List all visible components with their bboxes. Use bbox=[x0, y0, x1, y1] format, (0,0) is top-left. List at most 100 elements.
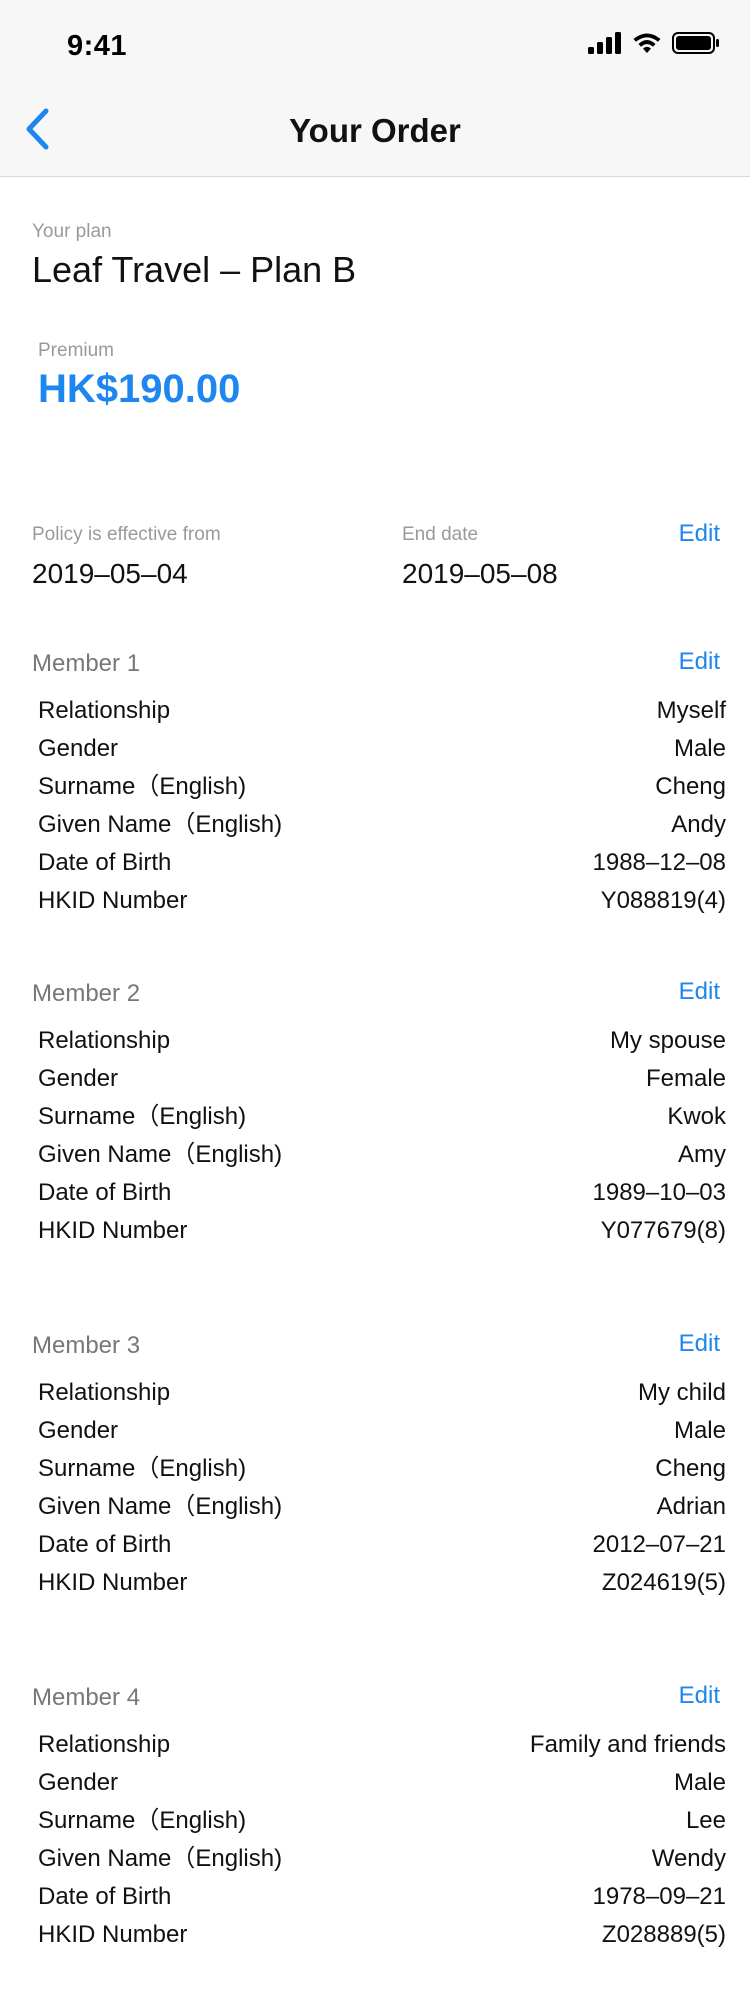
plan-name: Leaf Travel – Plan B bbox=[32, 249, 357, 290]
edit-member-2-button[interactable]: Edit bbox=[679, 978, 720, 1006]
detail-value: 2012–07–21 bbox=[592, 1531, 726, 1558]
policy-end-label: End date bbox=[402, 524, 479, 545]
detail-row-hkid: HKID Number Z024619(5) bbox=[38, 1564, 726, 1602]
battery-icon bbox=[672, 32, 720, 59]
detail-value: Y077679(8) bbox=[600, 1217, 726, 1244]
detail-label: HKID Number bbox=[38, 1921, 188, 1948]
detail-value: Cheng bbox=[655, 1455, 726, 1482]
detail-label: Date of Birth bbox=[38, 1531, 172, 1558]
status-icons bbox=[588, 32, 720, 59]
premium-label: Premium bbox=[38, 340, 115, 361]
detail-label: Given Name（English) bbox=[38, 1141, 283, 1168]
detail-value: 1989–10–03 bbox=[592, 1179, 726, 1206]
detail-label: Relationship bbox=[38, 1027, 171, 1054]
detail-value: Male bbox=[673, 735, 726, 762]
edit-policy-dates-button[interactable]: Edit bbox=[679, 520, 720, 548]
detail-row-date-of-birth: Date of Birth 1988–12–08 bbox=[38, 844, 726, 882]
premium-value: HK$190.00 bbox=[38, 367, 241, 411]
nav-bar: Your Order bbox=[0, 88, 750, 177]
status-time: 9:41 bbox=[67, 30, 128, 62]
detail-row-relationship: Relationship My child bbox=[38, 1374, 726, 1412]
detail-label: HKID Number bbox=[38, 1217, 188, 1244]
member-title: Member 3 bbox=[32, 1332, 141, 1359]
detail-value: Female bbox=[645, 1065, 726, 1092]
detail-label: Relationship bbox=[38, 1379, 171, 1406]
detail-row-relationship: Relationship Family and friends bbox=[38, 1726, 726, 1764]
detail-value: Male bbox=[673, 1417, 726, 1444]
detail-label: Surname（English) bbox=[38, 1807, 247, 1834]
detail-row-hkid: HKID Number Z028889(5) bbox=[38, 1916, 726, 1954]
detail-label: Given Name（English) bbox=[38, 1845, 283, 1872]
detail-value: Wendy bbox=[651, 1845, 726, 1872]
status-bar: 9:41 bbox=[0, 0, 750, 88]
detail-label: Date of Birth bbox=[38, 1883, 172, 1910]
detail-label: Given Name（English) bbox=[38, 1493, 283, 1520]
policy-end-value: 2019–05–08 bbox=[402, 558, 558, 589]
member-details: Relationship Family and friends Gender Mal… bbox=[38, 1726, 726, 1954]
detail-value: My spouse bbox=[609, 1027, 726, 1054]
detail-row-date-of-birth: Date of Birth 1978–09–21 bbox=[38, 1878, 726, 1916]
edit-member-4-button[interactable]: Edit bbox=[679, 1682, 720, 1710]
detail-value: Andy bbox=[671, 811, 726, 838]
detail-label: Gender bbox=[38, 735, 119, 762]
detail-label: Surname（English) bbox=[38, 773, 247, 800]
detail-value: Male bbox=[673, 1769, 726, 1796]
detail-label: Date of Birth bbox=[38, 849, 172, 876]
detail-label: Surname（English) bbox=[38, 1103, 247, 1130]
detail-value: 1978–09–21 bbox=[592, 1883, 726, 1910]
detail-row-given-name: Given Name（English) Andy bbox=[38, 806, 726, 844]
detail-row-given-name: Given Name（English) Amy bbox=[38, 1136, 726, 1174]
detail-label: Date of Birth bbox=[38, 1179, 172, 1206]
detail-value: My child bbox=[637, 1379, 726, 1406]
edit-member-3-button[interactable]: Edit bbox=[679, 1330, 720, 1358]
detail-value: Family and friends bbox=[529, 1731, 726, 1758]
plan-label: Your plan bbox=[32, 221, 112, 242]
policy-start-value: 2019–05–04 bbox=[32, 558, 188, 589]
signal-icon bbox=[588, 32, 622, 59]
member-details: Relationship My child Gender Male Surname（… bbox=[38, 1374, 726, 1602]
detail-label: HKID Number bbox=[38, 887, 188, 914]
detail-row-gender: Gender Female bbox=[38, 1060, 726, 1098]
detail-value: Y088819(4) bbox=[600, 887, 726, 914]
detail-value: Lee bbox=[685, 1807, 726, 1834]
detail-row-surname: Surname（English) Kwok bbox=[38, 1098, 726, 1136]
member-title: Member 2 bbox=[32, 980, 141, 1007]
detail-label: Gender bbox=[38, 1769, 119, 1796]
member-title: Member 1 bbox=[32, 650, 141, 677]
detail-value: Z024619(5) bbox=[601, 1569, 726, 1596]
detail-row-relationship: Relationship My spouse bbox=[38, 1022, 726, 1060]
detail-label: Relationship bbox=[38, 697, 171, 724]
detail-label: Relationship bbox=[38, 1731, 171, 1758]
detail-row-hkid: HKID Number Y088819(4) bbox=[38, 882, 726, 920]
detail-row-surname: Surname（English) Cheng bbox=[38, 768, 726, 806]
member-details: Relationship My spouse Gender Female Surna… bbox=[38, 1022, 726, 1250]
detail-row-gender: Gender Male bbox=[38, 730, 726, 768]
detail-label: Gender bbox=[38, 1065, 119, 1092]
edit-member-1-button[interactable]: Edit bbox=[679, 648, 720, 676]
detail-value: 1988–12–08 bbox=[592, 849, 726, 876]
policy-start-label: Policy is effective from bbox=[32, 524, 221, 545]
detail-value: Kwok bbox=[667, 1103, 726, 1130]
detail-row-relationship: Relationship Myself bbox=[38, 692, 726, 730]
detail-row-hkid: HKID Number Y077679(8) bbox=[38, 1212, 726, 1250]
detail-value: Myself bbox=[656, 697, 726, 724]
detail-row-given-name: Given Name（English) Adrian bbox=[38, 1488, 726, 1526]
wifi-icon bbox=[632, 32, 662, 59]
detail-row-given-name: Given Name（English) Wendy bbox=[38, 1840, 726, 1878]
detail-value: Adrian bbox=[656, 1493, 726, 1520]
detail-row-surname: Surname（English) Lee bbox=[38, 1802, 726, 1840]
member-title: Member 4 bbox=[32, 1684, 141, 1711]
page-title: Your Order bbox=[289, 112, 461, 149]
detail-value: Cheng bbox=[655, 773, 726, 800]
detail-row-date-of-birth: Date of Birth 1989–10–03 bbox=[38, 1174, 726, 1212]
detail-row-date-of-birth: Date of Birth 2012–07–21 bbox=[38, 1526, 726, 1564]
detail-row-gender: Gender Male bbox=[38, 1764, 726, 1802]
detail-row-gender: Gender Male bbox=[38, 1412, 726, 1450]
detail-label: Gender bbox=[38, 1417, 119, 1444]
detail-label: Surname（English) bbox=[38, 1455, 247, 1482]
member-details: Relationship Myself Gender Male Surname（En… bbox=[38, 692, 726, 920]
detail-label: Given Name（English) bbox=[38, 811, 283, 838]
detail-value: Amy bbox=[678, 1141, 726, 1168]
detail-label: HKID Number bbox=[38, 1569, 188, 1596]
detail-row-surname: Surname（English) Cheng bbox=[38, 1450, 726, 1488]
